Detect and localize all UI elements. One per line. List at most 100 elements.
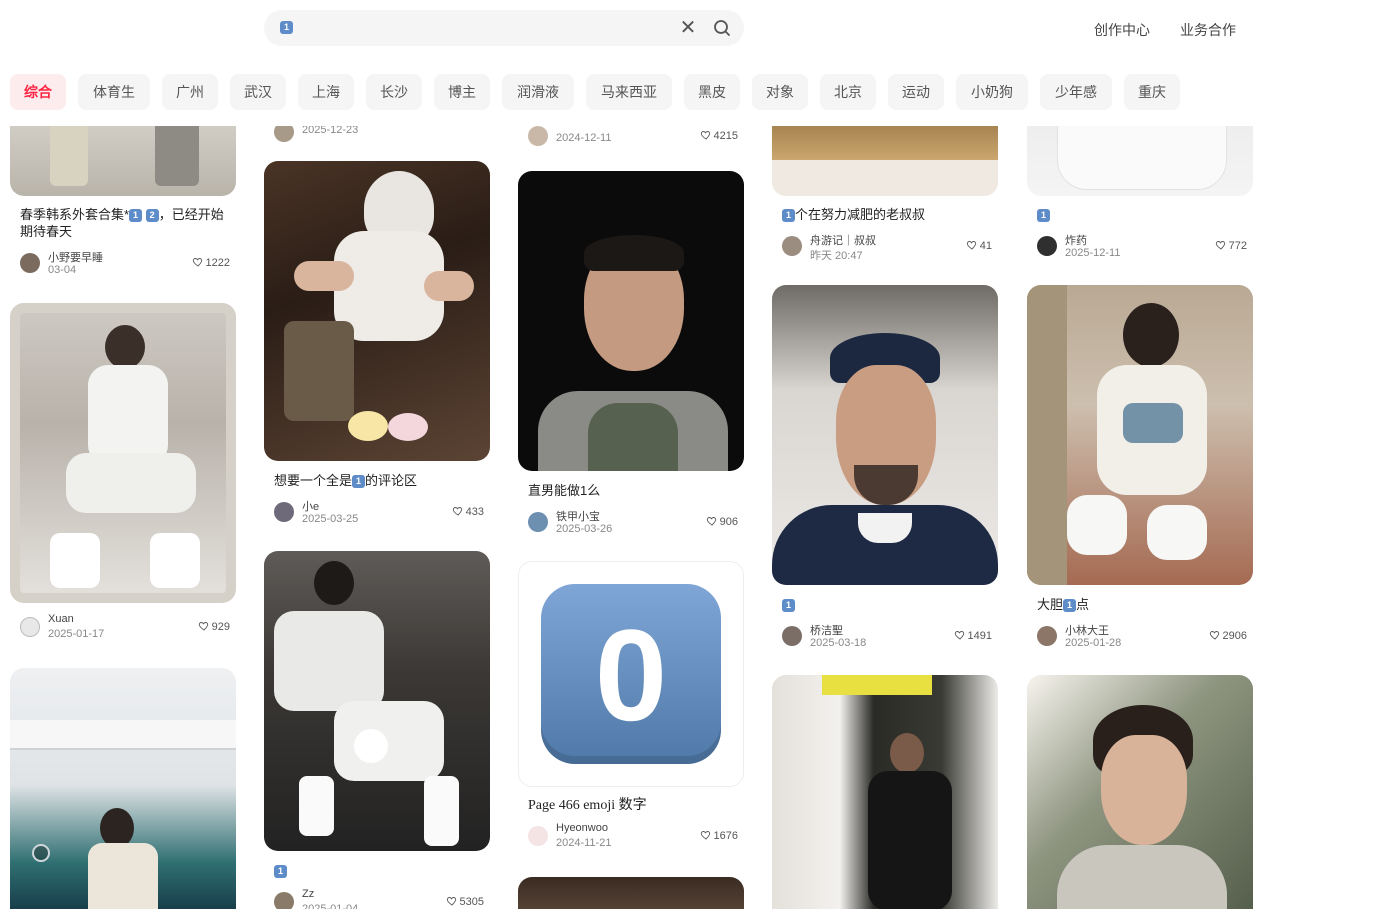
avatar[interactable] [782, 626, 802, 646]
close-icon[interactable]: ✕ [676, 16, 700, 40]
creator-center-link[interactable]: 创作中心 [1094, 20, 1150, 40]
post-date: 昨天 20:47 [810, 250, 863, 262]
category-chip[interactable]: 北京 [820, 74, 876, 110]
category-chip[interactable]: 武汉 [230, 74, 286, 110]
note-title[interactable]: 1 个在努力减肥的老叔叔 [782, 206, 988, 223]
note-meta: Hyeonwoo 2024-11-21 1676 [528, 822, 738, 850]
note-title[interactable]: 想要一个全是 1 的评论区 [274, 472, 480, 489]
author-name[interactable]: 小林大王 [1065, 622, 1109, 638]
category-chip[interactable]: 少年感 [1040, 74, 1112, 110]
avatar[interactable] [1037, 626, 1057, 646]
like-button[interactable]: 2906 [1209, 629, 1247, 642]
heart-icon [452, 507, 462, 516]
like-button[interactable]: 772 [1215, 239, 1247, 252]
author-name[interactable]: Hyeonwoo [556, 822, 608, 834]
note-meta: 舟游记｜叔叔 昨天 20:47 41 [782, 232, 992, 262]
note-title[interactable]: 1 [274, 862, 480, 879]
note-meta: 铁甲小宝 2025-03-26 906 [528, 508, 738, 536]
category-chip[interactable]: 博主 [434, 74, 490, 110]
note-cover-image[interactable] [1027, 285, 1253, 585]
author-name[interactable]: 炸药 [1065, 232, 1087, 248]
heart-icon [700, 831, 710, 840]
category-chip[interactable]: 重庆 [1124, 74, 1180, 110]
post-date: 2024-12-11 [556, 132, 612, 144]
note-cover-image[interactable] [10, 668, 236, 909]
like-button[interactable]: 1222 [192, 256, 230, 269]
author-name[interactable]: 舟游记｜叔叔 [810, 232, 876, 248]
note-cover-image[interactable] [772, 675, 998, 909]
note-cover-image[interactable] [10, 303, 236, 603]
keycap-0-icon: 0 [541, 584, 721, 764]
note-cover-image[interactable] [264, 161, 490, 461]
heart-icon [1215, 241, 1225, 250]
note-cover-image[interactable] [264, 551, 490, 851]
category-chip[interactable]: 广州 [162, 74, 218, 110]
category-chip[interactable]: 运动 [888, 74, 944, 110]
post-date: 2025-03-18 [810, 637, 867, 649]
category-chip[interactable]: 对象 [752, 74, 808, 110]
note-cover-image[interactable] [518, 877, 744, 909]
like-button[interactable]: 41 [966, 239, 992, 252]
post-date: 2025-01-28 [1065, 637, 1122, 649]
category-chip-active[interactable]: 综合 [10, 74, 66, 110]
category-chip[interactable]: 润滑液 [502, 74, 574, 110]
note-title[interactable]: Page 466 emoji 数字 [528, 797, 734, 814]
note-cover-image[interactable] [518, 171, 744, 471]
heart-icon [446, 897, 456, 906]
author-name[interactable]: 桥洁聖 [810, 622, 843, 638]
heart-icon [966, 241, 976, 250]
author-name[interactable]: Xuan [48, 613, 74, 625]
avatar[interactable] [528, 826, 548, 846]
like-button[interactable]: 906 [706, 515, 738, 528]
like-button[interactable]: 4215 [700, 129, 738, 142]
author-name[interactable]: 小e [302, 498, 319, 514]
note-cover-image[interactable] [1027, 675, 1253, 909]
top-header: 1 ✕ 创作中心 业务合作 [0, 0, 1380, 60]
note-cover-image[interactable]: 0 [518, 561, 744, 787]
like-button[interactable]: 5305 [446, 895, 484, 908]
search-icon[interactable] [710, 16, 734, 40]
avatar[interactable] [528, 126, 548, 146]
like-button[interactable]: 1491 [954, 629, 992, 642]
category-chip[interactable]: 上海 [298, 74, 354, 110]
note-title[interactable]: 1 [782, 596, 988, 613]
post-date: 2025-01-04 [302, 903, 359, 909]
avatar[interactable] [20, 617, 40, 637]
note-title[interactable]: 1 [1037, 206, 1243, 223]
note-title[interactable]: 直男能做1么 [528, 482, 734, 499]
heart-icon [700, 131, 710, 140]
category-chip[interactable]: 体育生 [78, 74, 150, 110]
heart-icon [1209, 631, 1219, 640]
author-name[interactable]: 小野要早睡 [48, 249, 103, 265]
author-name[interactable]: 铁甲小宝 [556, 508, 600, 524]
avatar[interactable] [528, 512, 548, 532]
category-chip[interactable]: 长沙 [366, 74, 422, 110]
category-chip[interactable]: 小奶狗 [956, 74, 1028, 110]
post-date: 2025-01-17 [48, 628, 105, 640]
category-chip[interactable]: 黑皮 [684, 74, 740, 110]
note-feed: 春季韩系外套合集* 1 2 ，已经开始期待春天 小野要早睡 03-04 1222 X… [0, 0, 1380, 909]
author-name[interactable]: Zz [302, 888, 314, 900]
note-meta: 小e 2025-03-25 433 [274, 498, 484, 526]
keycap-1-icon: 1 [1063, 599, 1077, 613]
avatar[interactable] [1037, 236, 1057, 256]
category-chip[interactable]: 马来西亚 [586, 74, 672, 110]
search-bar[interactable]: 1 ✕ [264, 10, 744, 46]
avatar[interactable] [274, 892, 294, 909]
note-cover-image[interactable] [772, 285, 998, 585]
like-button[interactable]: 929 [198, 620, 230, 633]
note-meta: 炸药 2025-12-11 772 [1037, 232, 1247, 260]
avatar[interactable] [782, 236, 802, 256]
note-meta: Zz 2025-01-04 5305 [274, 888, 484, 909]
keycap-1-icon: 1 [1037, 209, 1050, 223]
like-button[interactable]: 433 [452, 505, 484, 518]
avatar[interactable] [20, 253, 40, 273]
note-meta: 2024-12-11 4215 [528, 122, 738, 150]
business-cooperation-link[interactable]: 业务合作 [1180, 20, 1236, 40]
avatar[interactable] [274, 502, 294, 522]
note-title[interactable]: 大胆 1 点 [1037, 596, 1243, 613]
keycap-1-icon: 1 [274, 865, 287, 879]
keycap-1-icon: 1 [782, 209, 795, 223]
note-title[interactable]: 春季韩系外套合集* 1 2 ，已经开始期待春天 [20, 206, 226, 240]
like-button[interactable]: 1676 [700, 829, 738, 842]
